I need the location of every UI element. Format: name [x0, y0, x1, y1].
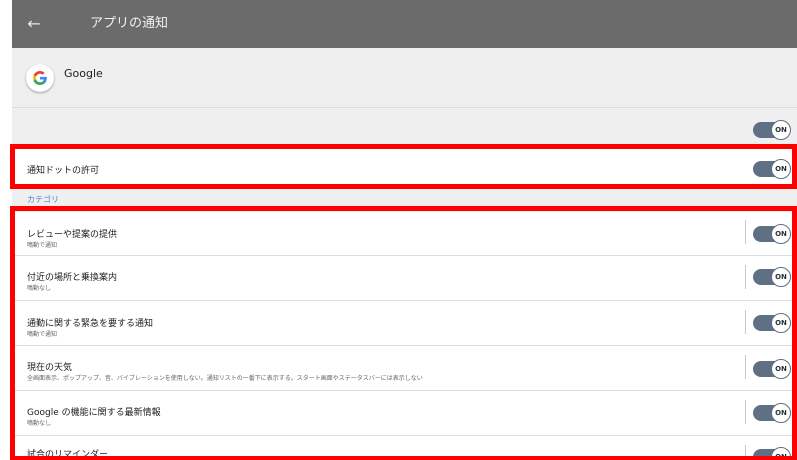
app-header: Google: [12, 48, 797, 108]
category-list: レビューや提案の提供 鳴動で通知 ON 付近の場所と乗換案内 鳴動なし ON 通…: [12, 212, 797, 460]
notification-settings-screen: ← アプリの通知 Google ON 通知ドットの許可 ON カテゴリ レビュー…: [12, 0, 797, 460]
category-item-subtitle: 鳴動なし: [27, 285, 52, 292]
divider: [745, 445, 746, 460]
page-title: アプリの通知: [90, 16, 169, 31]
top-app-bar: ← アプリの通知: [12, 0, 797, 48]
master-toggle[interactable]: ON: [753, 120, 791, 140]
toggle-knob: ON: [771, 120, 791, 140]
category-item-toggle[interactable]: ON: [753, 447, 791, 460]
category-item-title: レビューや提案の提供: [27, 230, 118, 240]
back-arrow-icon[interactable]: ←: [20, 10, 48, 38]
google-logo-icon: [26, 64, 54, 92]
category-item-title: 現在の天気: [27, 363, 73, 373]
category-item-subtitle: 鳴動なし: [27, 420, 52, 427]
category-item-toggle[interactable]: ON: [753, 359, 791, 379]
notification-dot-toggle[interactable]: ON: [753, 159, 791, 179]
divider: [745, 220, 746, 244]
category-item[interactable]: 現在の天気 全画面表示、ポップアップ、音、バイブレーションを使用しない。通知リス…: [12, 347, 797, 391]
category-item[interactable]: 付近の場所と乗換案内 鳴動なし ON: [12, 257, 797, 301]
divider: [745, 310, 746, 334]
category-item-title: 通勤に関する緊急を要する通知: [27, 319, 154, 329]
category-item-subtitle: 鳴動で通知: [27, 331, 58, 338]
notification-dot-label: 通知ドットの許可: [27, 166, 100, 176]
notification-dot-row[interactable]: 通知ドットの許可 ON: [12, 146, 797, 188]
category-item-subtitle: 全画面表示、ポップアップ、音、バイブレーションを使用しない。通知リストの一番下に…: [27, 375, 423, 382]
category-item-subtitle: 鳴動で通知: [27, 242, 58, 249]
category-item[interactable]: レビューや提案の提供 鳴動で通知 ON: [12, 212, 797, 256]
toggle-knob: ON: [771, 359, 791, 379]
divider: [745, 400, 746, 424]
category-item-title: 試合のリマインダー: [27, 450, 109, 460]
toggle-knob: ON: [771, 267, 791, 287]
toggle-knob: ON: [771, 403, 791, 423]
category-item-toggle[interactable]: ON: [753, 403, 791, 423]
app-name: Google: [64, 67, 103, 80]
category-item[interactable]: 試合のリマインダー ON: [12, 437, 797, 460]
toggle-knob: ON: [771, 159, 791, 179]
category-header: カテゴリ: [27, 195, 59, 204]
toggle-knob: ON: [771, 224, 791, 244]
toggle-knob: ON: [771, 447, 791, 460]
master-toggle-row: ON: [12, 110, 797, 146]
category-item-title: 付近の場所と乗換案内: [27, 273, 118, 283]
divider: [745, 355, 746, 379]
divider: [745, 265, 746, 289]
category-item-toggle[interactable]: ON: [753, 313, 791, 333]
category-item[interactable]: 通勤に関する緊急を要する通知 鳴動で通知 ON: [12, 302, 797, 346]
category-item-toggle[interactable]: ON: [753, 267, 791, 287]
category-item-toggle[interactable]: ON: [753, 224, 791, 244]
category-item[interactable]: Google の機能に関する最新情報 鳴動なし ON: [12, 392, 797, 436]
toggle-knob: ON: [771, 313, 791, 333]
category-item-title: Google の機能に関する最新情報: [27, 408, 161, 418]
